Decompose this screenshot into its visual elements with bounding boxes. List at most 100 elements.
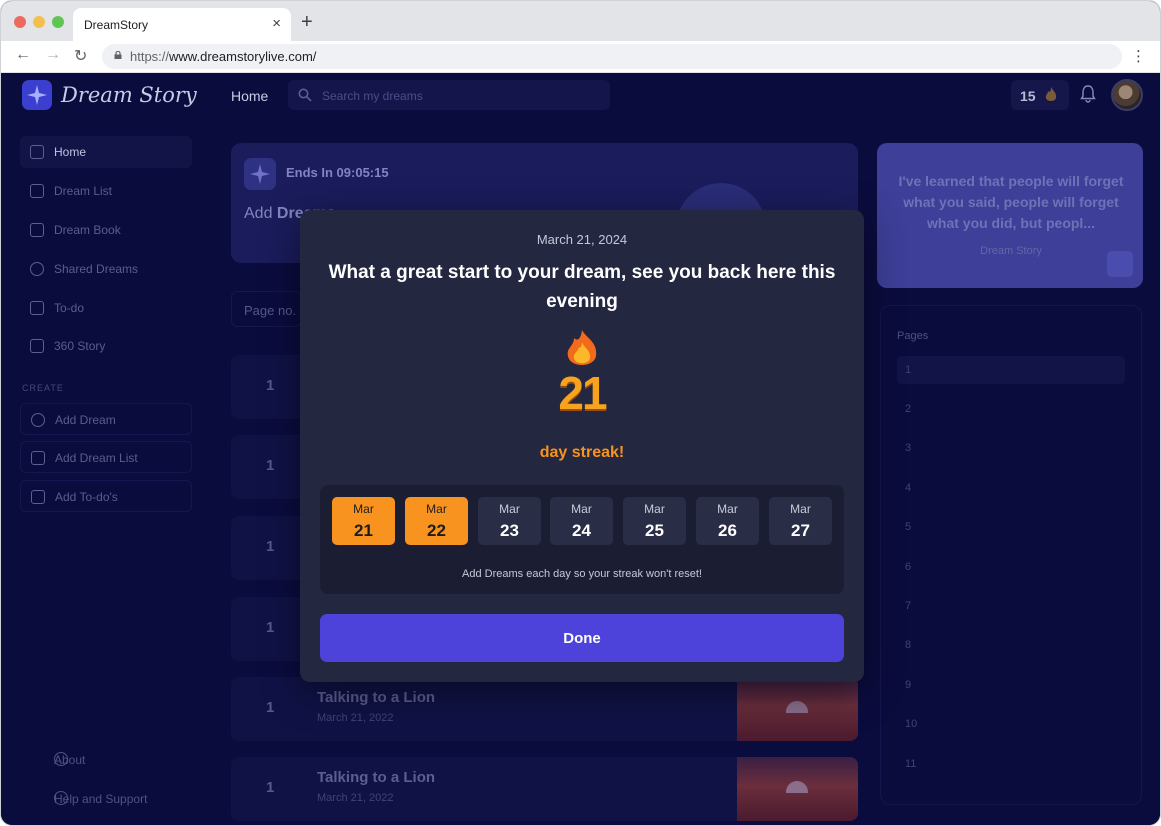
share-circle-icon (30, 262, 44, 276)
sidebar-item-add-dream[interactable]: Add Dream (20, 403, 192, 435)
forward-arrow-icon[interactable]: → (45, 46, 61, 64)
page-item[interactable]: 9 (897, 671, 1125, 699)
flame-icon (1045, 87, 1057, 101)
streak-note: Add Dreams each day so your streak won't… (462, 568, 702, 580)
app-content: Dream Story Home Search my dreams 15 Hom… (1, 73, 1160, 825)
sidebar-item-shared-dreams[interactable]: Shared Dreams (20, 253, 192, 285)
streak-count: 15 (1020, 88, 1036, 104)
minimize-window-button[interactable] (33, 16, 45, 28)
page-item-label: 1 (905, 364, 912, 376)
streak-day-number: 21 (354, 521, 373, 540)
expand-icon[interactable] (1107, 251, 1133, 277)
tab-close-icon[interactable]: × (272, 15, 281, 32)
streak-number: 21 (558, 367, 607, 419)
streak-day-number: 24 (572, 521, 591, 540)
sidebar-item-label: Dream List (54, 184, 113, 198)
streak-day: Mar 25 (623, 497, 686, 545)
streak-day-month: Mar (717, 502, 738, 516)
page-item[interactable]: 4 (897, 474, 1125, 502)
page-item[interactable]: 6 (897, 553, 1125, 581)
streak-day-number: 22 (427, 521, 446, 540)
sidebar-item-home[interactable]: Home (20, 136, 192, 168)
streak-day-month: Mar (790, 502, 811, 516)
page-item-label: 2 (905, 403, 912, 415)
sidebar-item-dream-book[interactable]: Dream Book (20, 214, 192, 246)
dream-card-number: 1 (266, 457, 275, 474)
page-item[interactable]: 8 (897, 631, 1125, 659)
page-item[interactable]: 1 (897, 356, 1125, 384)
dream-card[interactable]: 1 Talking to a Lion March 21, 2022 (231, 677, 858, 741)
url-field[interactable]: https://www.dreamstorylive.com/ (102, 44, 1122, 69)
page-item-label: 10 (905, 718, 918, 730)
sidebar-help-link[interactable]: Help and Support (30, 791, 148, 806)
logo-icon[interactable] (22, 80, 52, 110)
dream-card-title: Talking to a Lion (317, 769, 436, 786)
streak-label: day streak! (539, 444, 625, 461)
tab-title: DreamStory (84, 18, 149, 32)
back-arrow-icon[interactable]: ← (15, 46, 31, 64)
page-item[interactable]: 10 (897, 710, 1125, 738)
reload-icon[interactable]: ↻ (74, 46, 87, 66)
dream-card[interactable]: 1 Talking to a Lion March 21, 2022 (231, 757, 858, 821)
page-item[interactable]: 11 (897, 750, 1125, 778)
dream-card-number: 1 (266, 377, 275, 394)
new-tab-icon[interactable]: + (301, 11, 313, 34)
help-label: Help and Support (54, 792, 148, 806)
quote-card: I've learned that people will forget wha… (877, 143, 1143, 288)
address-bar: ← → ↻ https://www.dreamstorylive.com/ ⋮ (1, 41, 1160, 73)
sidebar-item-360-story[interactable]: 360 Story (20, 330, 192, 362)
banner-title-prefix: Add (244, 205, 277, 222)
page-item-label: 6 (905, 561, 912, 573)
dream-card-title: Talking to a Lion (317, 689, 436, 706)
sidebar-item-label: 360 Story (54, 339, 106, 353)
search-icon (298, 88, 312, 102)
streak-day-month: Mar (353, 502, 374, 516)
streak-day-number: 26 (718, 521, 737, 540)
url-prefix: https:// (130, 49, 170, 64)
dream-card-date: March 21, 2022 (317, 792, 394, 804)
lock-icon (114, 51, 122, 59)
browser-tab[interactable]: DreamStory × (73, 8, 291, 41)
more-options-icon[interactable]: ⋮ (1131, 47, 1146, 65)
list-icon (30, 301, 44, 315)
sidebar-create-heading: CREATE (22, 383, 64, 393)
streak-day: Mar 24 (550, 497, 613, 545)
streak-day-number: 23 (500, 521, 519, 540)
page-item[interactable]: 3 (897, 434, 1125, 462)
sun-shape (786, 701, 808, 713)
search-input[interactable]: Search my dreams (288, 80, 610, 110)
pages-title: Pages (897, 330, 929, 342)
maximize-window-button[interactable] (52, 16, 64, 28)
streak-day: Mar 27 (769, 497, 832, 545)
sidebar-item-to-do[interactable]: To-do (20, 292, 192, 324)
sidebar-item-label: Add To-do's (55, 490, 118, 504)
sidebar-item-label: Shared Dreams (54, 262, 139, 276)
streak-counter[interactable]: 15 (1011, 80, 1069, 110)
modal-title: What a great start to your dream, see yo… (328, 262, 836, 312)
streak-days-panel: Mar 21 Mar 22 Mar 23 Mar 24 Mar 25 Mar 2… (320, 485, 844, 594)
sidebar-item-add-dream-list[interactable]: Add Dream List (20, 441, 192, 473)
done-button[interactable]: Done (320, 614, 844, 662)
page-item[interactable]: 5 (897, 513, 1125, 541)
compass-star-icon (244, 158, 276, 190)
sidebar-item-dream-list[interactable]: Dream List (20, 175, 192, 207)
page-item-label: 8 (905, 639, 912, 651)
avatar[interactable] (1111, 79, 1143, 111)
page-item-label: 3 (905, 442, 912, 454)
quote-text: I've learned that people will forget wha… (898, 173, 1124, 231)
top-nav-home[interactable]: Home (231, 88, 268, 104)
page-item[interactable]: 7 (897, 592, 1125, 620)
close-window-button[interactable] (14, 16, 26, 28)
sidebar-item-add-to-dos[interactable]: Add To-do's (20, 480, 192, 512)
sidebar-item-label: To-do (54, 301, 85, 315)
page-item-label: 11 (905, 758, 917, 770)
page-item[interactable]: 2 (897, 395, 1125, 423)
url-host: www.dreamstorylive.com/ (169, 49, 317, 64)
streak-flame-graphic: 21 (532, 330, 632, 424)
streak-day-month: Mar (499, 502, 520, 516)
streak-day: Mar 23 (478, 497, 541, 545)
bell-icon[interactable] (1080, 85, 1096, 103)
page-number-select[interactable]: Page no. (231, 291, 301, 327)
info-icon (54, 752, 68, 766)
sidebar-about-link[interactable]: About (30, 752, 85, 767)
